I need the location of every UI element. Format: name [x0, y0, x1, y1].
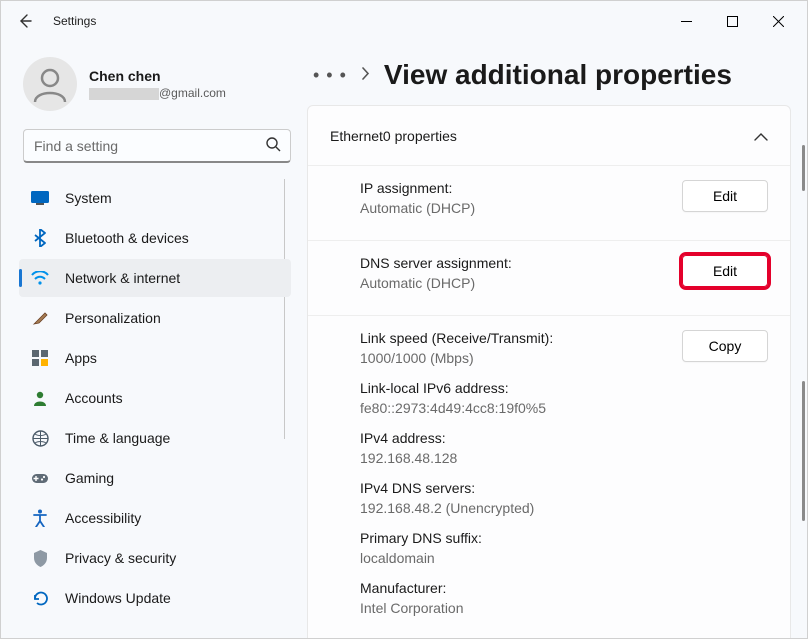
wifi-icon: [31, 269, 49, 287]
panel-title: Ethernet0 properties: [330, 128, 457, 144]
nav-label: Windows Update: [65, 590, 171, 606]
back-arrow-icon: [17, 13, 33, 29]
properties-panel: Ethernet0 properties IP assignment: Auto…: [307, 105, 791, 638]
panel-header[interactable]: Ethernet0 properties: [308, 106, 790, 166]
app-title: Settings: [53, 14, 96, 28]
dns-suffix-label: Primary DNS suffix:: [360, 530, 682, 550]
linkspeed-value: 1000/1000 (Mbps): [360, 350, 682, 374]
bluetooth-icon: [31, 229, 49, 247]
main-content: • • • View additional properties Etherne…: [301, 41, 807, 638]
nav-label: Apps: [65, 350, 97, 366]
update-icon: [31, 589, 49, 607]
maximize-button[interactable]: [709, 6, 755, 36]
minimize-button[interactable]: [663, 6, 709, 36]
sidebar-item-personalization[interactable]: Personalization: [19, 299, 291, 337]
accounts-icon: [31, 389, 49, 407]
sidebar-item-accounts[interactable]: Accounts: [19, 379, 291, 417]
user-icon: [30, 64, 70, 104]
nav-label: Personalization: [65, 310, 161, 326]
nav-list: System Bluetooth & devices Network & int…: [19, 179, 295, 619]
breadcrumb: • • • View additional properties: [307, 53, 791, 105]
ipv4-value: 192.168.48.128: [360, 450, 682, 474]
minimize-icon: [681, 16, 692, 27]
edit-ip-button[interactable]: Edit: [682, 180, 768, 212]
sidebar-item-accessibility[interactable]: Accessibility: [19, 499, 291, 537]
ipv6-label: Link-local IPv6 address:: [360, 380, 682, 400]
chevron-up-icon: [754, 128, 768, 144]
maximize-icon: [727, 16, 738, 27]
dns-assignment-value: Automatic (DHCP): [360, 275, 682, 299]
dns-assignment-label: DNS server assignment:: [360, 255, 682, 275]
nav-label: Privacy & security: [65, 550, 176, 566]
manufacturer-label: Manufacturer:: [360, 580, 682, 600]
dns-assignment-row: DNS server assignment: Automatic (DHCP) …: [308, 241, 790, 316]
apps-icon: [31, 349, 49, 367]
nav-label: Time & language: [65, 430, 170, 446]
ip-assignment-row: IP assignment: Automatic (DHCP) Edit: [308, 166, 790, 241]
ipv4-dns-value: 192.168.48.2 (Unencrypted): [360, 500, 682, 524]
close-icon: [773, 16, 784, 27]
sidebar: Chen chen @gmail.com System: [1, 41, 301, 638]
connection-info-row: Link speed (Receive/Transmit): 1000/1000…: [308, 316, 790, 638]
sidebar-item-privacy[interactable]: Privacy & security: [19, 539, 291, 577]
accessibility-icon: [31, 509, 49, 527]
sidebar-item-time-language[interactable]: Time & language: [19, 419, 291, 457]
chevron-right-icon: [361, 67, 370, 83]
edit-dns-button[interactable]: Edit: [682, 255, 768, 287]
close-button[interactable]: [755, 6, 801, 36]
sidebar-item-system[interactable]: System: [19, 179, 291, 217]
search-wrap: [23, 129, 291, 163]
ipv6-value: fe80::2973:4d49:4cc8:19f0%5: [360, 400, 682, 424]
redacted-text: [89, 88, 159, 100]
titlebar: Settings: [1, 1, 807, 41]
dns-suffix-value: localdomain: [360, 550, 682, 574]
scrollbar-thumb[interactable]: [802, 145, 805, 191]
ipv4-dns-label: IPv4 DNS servers:: [360, 480, 682, 500]
linkspeed-label: Link speed (Receive/Transmit):: [360, 330, 682, 350]
nav-label: System: [65, 190, 112, 206]
manufacturer-value: Intel Corporation: [360, 600, 682, 624]
sidebar-item-bluetooth[interactable]: Bluetooth & devices: [19, 219, 291, 257]
user-name: Chen chen: [89, 68, 226, 84]
system-icon: [31, 189, 49, 207]
page-title: View additional properties: [384, 59, 732, 91]
ip-assignment-label: IP assignment:: [360, 180, 682, 200]
shield-icon: [31, 549, 49, 567]
scrollbar-thumb[interactable]: [802, 381, 805, 521]
sidebar-item-network[interactable]: Network & internet: [19, 259, 291, 297]
nav-label: Network & internet: [65, 270, 180, 286]
search-icon: [266, 137, 281, 155]
back-button[interactable]: [7, 3, 43, 39]
gaming-icon: [31, 469, 49, 487]
ip-assignment-value: Automatic (DHCP): [360, 200, 682, 224]
user-email: @gmail.com: [89, 86, 226, 100]
sidebar-item-windows-update[interactable]: Windows Update: [19, 579, 291, 617]
search-input[interactable]: [23, 129, 291, 163]
copy-button[interactable]: Copy: [682, 330, 768, 362]
user-block[interactable]: Chen chen @gmail.com: [19, 51, 295, 127]
globe-clock-icon: [31, 429, 49, 447]
sidebar-item-apps[interactable]: Apps: [19, 339, 291, 377]
ipv4-label: IPv4 address:: [360, 430, 682, 450]
nav-label: Gaming: [65, 470, 114, 486]
nav-label: Accounts: [65, 390, 123, 406]
paintbrush-icon: [31, 309, 49, 327]
breadcrumb-overflow-button[interactable]: • • •: [313, 65, 347, 86]
avatar: [23, 57, 77, 111]
sidebar-item-gaming[interactable]: Gaming: [19, 459, 291, 497]
nav-label: Accessibility: [65, 510, 141, 526]
nav-label: Bluetooth & devices: [65, 230, 189, 246]
